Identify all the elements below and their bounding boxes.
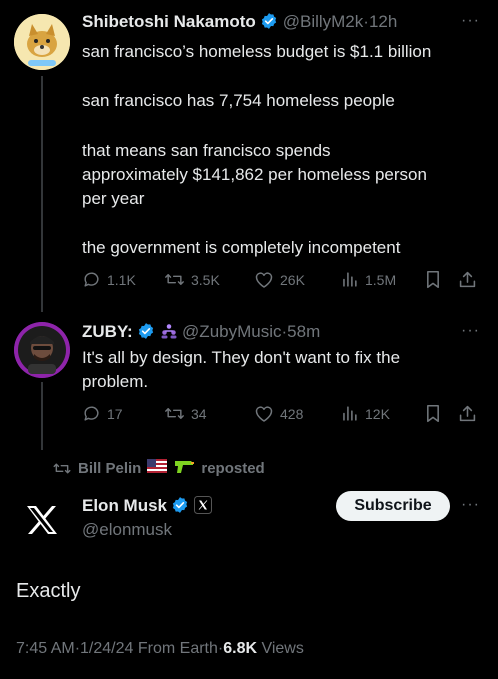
tweet1-line-1: san francisco’s homeless budget is $1.1 …	[82, 42, 432, 61]
author-name[interactable]: Elon Musk	[82, 496, 167, 515]
tweet-time[interactable]: 7:45 AM	[16, 640, 75, 657]
reposter-name[interactable]: Bill Pelin	[78, 460, 141, 477]
like-count: 428	[280, 405, 304, 422]
main-header: Elon Musk	[82, 496, 212, 519]
views-button[interactable]: 1.5M	[340, 270, 396, 289]
verified-badge-icon	[137, 322, 155, 345]
tweet-time[interactable]: 58m	[287, 322, 320, 341]
tweet2-line-2: problem.	[82, 372, 149, 391]
heart-icon	[255, 406, 273, 422]
repost-button[interactable]: 34	[164, 404, 207, 423]
tweet1-line-3: that means san francisco spends	[82, 141, 331, 160]
views-button[interactable]: 12K	[340, 404, 390, 423]
thread-line-2	[41, 382, 43, 450]
verified-badge-icon	[171, 496, 189, 519]
tweet2-header: ZUBY: @ZubyMusic·58m	[82, 322, 320, 345]
reply-icon	[84, 272, 99, 287]
tweet1-line-2: san francisco has 7,754 homeless people	[82, 91, 395, 110]
like-button[interactable]: 26K	[254, 270, 305, 289]
tweet1-header: Shibetoshi Nakamoto @BillyM2k·12h	[82, 12, 397, 35]
analytics-icon	[343, 272, 357, 287]
analytics-icon	[343, 406, 357, 421]
like-button[interactable]: 428	[254, 404, 303, 423]
author-handle[interactable]: @ZubyMusic	[182, 322, 281, 341]
more-icon[interactable]: ···	[461, 322, 480, 340]
subscribe-label: Subscribe	[354, 497, 432, 514]
author-name[interactable]: ZUBY:	[82, 322, 133, 341]
bookmark-icon[interactable]	[425, 404, 441, 428]
x-affiliate-badge-icon	[193, 496, 212, 519]
tweet2-line-1: It's all by design. They don't want to f…	[82, 348, 401, 367]
author-handle[interactable]: @elonmusk	[82, 520, 172, 540]
heart-icon	[255, 272, 273, 288]
repost-context[interactable]: Bill Pelin reposted	[52, 458, 265, 478]
us-flag-icon	[147, 459, 168, 477]
more-icon[interactable]: ···	[461, 12, 480, 30]
thread-line-1	[41, 76, 43, 312]
avatar-x-logo[interactable]	[14, 492, 70, 548]
reply-button[interactable]: 1.1K	[82, 270, 136, 289]
like-count: 26K	[280, 271, 305, 288]
verified-badge-icon	[260, 12, 278, 35]
tweet-date[interactable]: 1/24/24	[80, 640, 133, 657]
tweet1-line-6: the government is completely incompetent	[82, 238, 401, 257]
views-label: Views	[261, 640, 304, 657]
x-logo-icon	[27, 506, 57, 534]
reply-count: 1.1K	[107, 271, 136, 288]
tweet-time[interactable]: 12h	[369, 12, 397, 31]
tweet1-line-5: per year	[82, 189, 145, 208]
author-name[interactable]: Shibetoshi Nakamoto	[82, 12, 256, 31]
subscribe-button[interactable]: Subscribe	[336, 491, 450, 521]
people-emoji-icon	[160, 322, 178, 345]
water-pistol-icon	[173, 458, 195, 478]
repost-count: 34	[191, 405, 207, 422]
bookmark-icon[interactable]	[425, 270, 441, 294]
reply-button[interactable]: 17	[82, 404, 123, 423]
avatar-shibetoshi[interactable]	[14, 14, 70, 70]
tweet-source: From Earth	[137, 640, 218, 657]
repost-icon	[165, 274, 184, 285]
share-icon[interactable]	[458, 270, 477, 294]
reply-icon	[84, 406, 99, 421]
repost-icon	[53, 463, 71, 473]
more-icon[interactable]: ···	[461, 496, 480, 514]
tweet1-line-4: approximately $141,862 per homeless pers…	[82, 165, 427, 184]
author-handle[interactable]: @BillyM2k	[283, 12, 364, 31]
views-count: 1.5M	[365, 271, 397, 288]
repost-icon	[165, 408, 184, 419]
repost-count: 3.5K	[191, 271, 220, 288]
views-count: 12K	[365, 405, 390, 422]
tweet-meta: 7:45 AM·1/24/24 From Earth·6.8K Views	[16, 640, 304, 658]
main-tweet-text: Exactly	[16, 580, 81, 602]
views-count: 6.8K	[223, 640, 258, 657]
reply-count: 17	[107, 405, 123, 422]
share-icon[interactable]	[458, 404, 477, 428]
reposted-label: reposted	[201, 459, 265, 477]
avatar-zuby[interactable]	[14, 322, 70, 378]
repost-button[interactable]: 3.5K	[164, 270, 220, 289]
